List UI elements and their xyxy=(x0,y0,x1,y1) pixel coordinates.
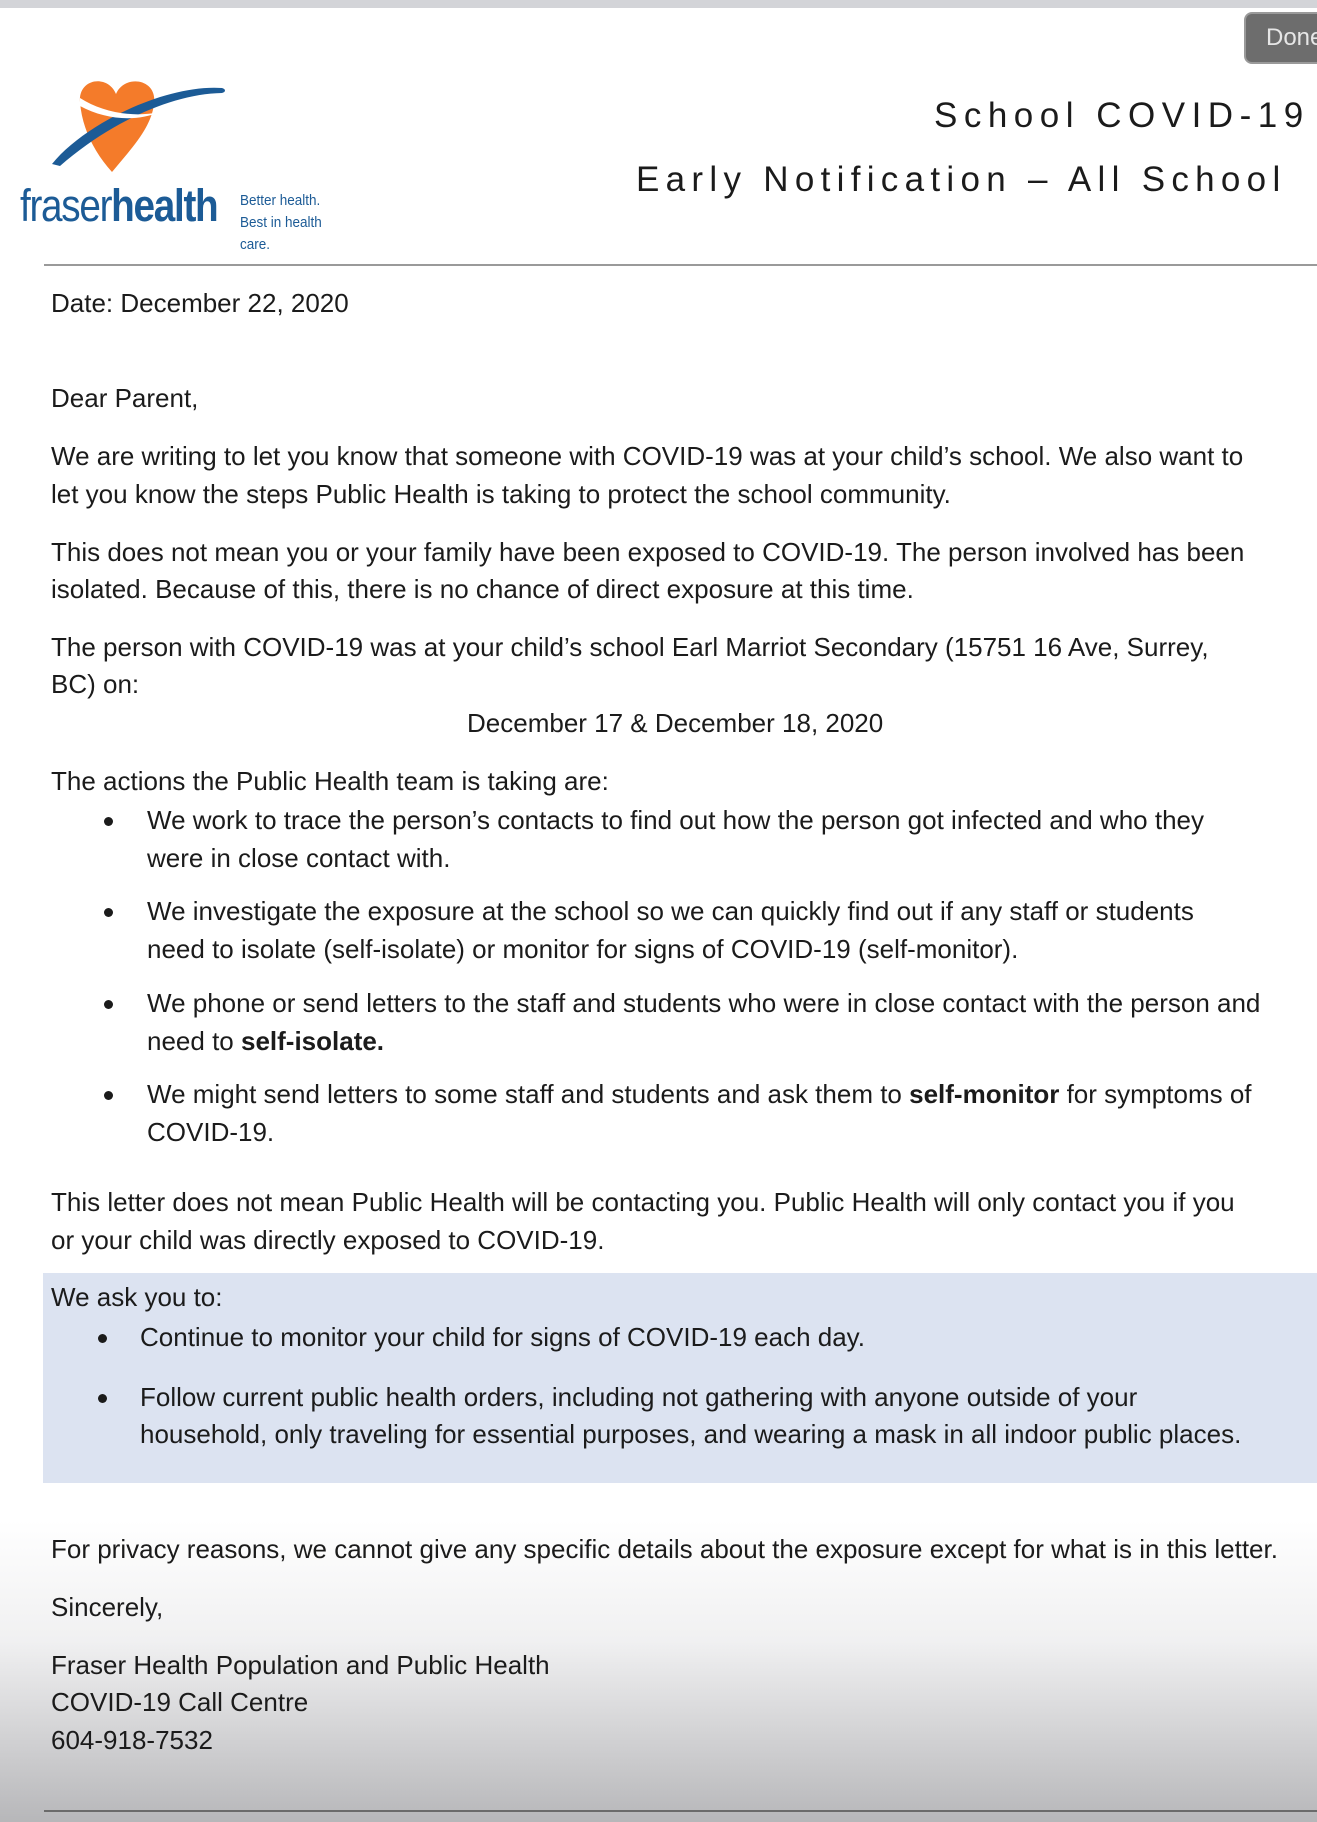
heart-logo-icon xyxy=(52,81,225,172)
action-1-line-2: were in close contact with. xyxy=(147,843,451,873)
paragraph-3-line-2: BC) on: xyxy=(51,669,140,699)
bullet-icon xyxy=(98,1334,107,1343)
paragraph-2-line-1: This does not mean you or your family ha… xyxy=(51,537,1245,567)
logo-tagline: Better health. Best in health care. xyxy=(240,192,322,253)
letter-date: Date: December 22, 2020 xyxy=(51,288,349,318)
action-4-line-1: We might send letters to some staff and … xyxy=(147,1079,1252,1109)
closing: Sincerely, xyxy=(51,1592,164,1622)
paragraph-3-line-1: The person with COVID-19 was at your chi… xyxy=(51,632,1209,662)
signature-line-2: COVID-19 Call Centre xyxy=(51,1687,309,1717)
signature-phone: 604-918-7532 xyxy=(51,1725,213,1755)
paragraph-1-line-1: We are writing to let you know that some… xyxy=(51,441,1244,471)
done-button[interactable]: Done xyxy=(1244,12,1317,64)
ask-item-1: Continue to monitor your child for signs… xyxy=(140,1322,865,1352)
bullet-icon xyxy=(104,817,113,826)
document-subtitle: Early Notification – All School xyxy=(636,160,1287,199)
document-title: School COVID-19 xyxy=(934,96,1310,135)
action-3-line-1: We phone or send letters to the staff an… xyxy=(147,988,1261,1018)
privacy-note: For privacy reasons, we cannot give any … xyxy=(51,1534,1278,1564)
action-2-line-1: We investigate the exposure at the schoo… xyxy=(147,896,1194,926)
exposure-dates: December 17 & December 18, 2020 xyxy=(467,708,884,738)
bullet-icon xyxy=(104,908,113,917)
ask-item-2-line-2: household, only traveling for essential … xyxy=(140,1419,1242,1449)
ask-intro: We ask you to: xyxy=(51,1282,223,1312)
logo-wordmark: fraserhealth xyxy=(20,180,219,231)
letter-greeting: Dear Parent, xyxy=(51,383,199,413)
actions-intro: The actions the Public Health team is ta… xyxy=(51,766,609,796)
paragraph-2-line-2: isolated. Because of this, there is no c… xyxy=(51,574,914,604)
bullet-icon xyxy=(104,1000,113,1009)
paragraph-1-line-2: let you know the steps Public Health is … xyxy=(51,479,951,509)
signature-line-1: Fraser Health Population and Public Heal… xyxy=(51,1650,550,1680)
paragraph-4-line-1: This letter does not mean Public Health … xyxy=(51,1187,1235,1217)
fraser-health-logo: fraserhealth Better health. Best in heal… xyxy=(20,72,360,253)
bullet-icon xyxy=(98,1394,107,1403)
ask-item-2-line-1: Follow current public health orders, inc… xyxy=(140,1382,1138,1412)
viewer-top-bar xyxy=(0,0,1317,8)
action-3-line-2: need to self-isolate. xyxy=(147,1026,385,1056)
header-divider xyxy=(44,264,1317,266)
footer-divider xyxy=(44,1810,1317,1812)
bullet-icon xyxy=(104,1091,113,1100)
action-2-line-2: need to isolate (self-isolate) or monito… xyxy=(147,934,1019,964)
paragraph-4-line-2: or your child was directly exposed to CO… xyxy=(51,1225,605,1255)
action-4-line-2: COVID-19. xyxy=(147,1117,275,1147)
action-1-line-1: We work to trace the person’s contacts t… xyxy=(147,805,1204,835)
